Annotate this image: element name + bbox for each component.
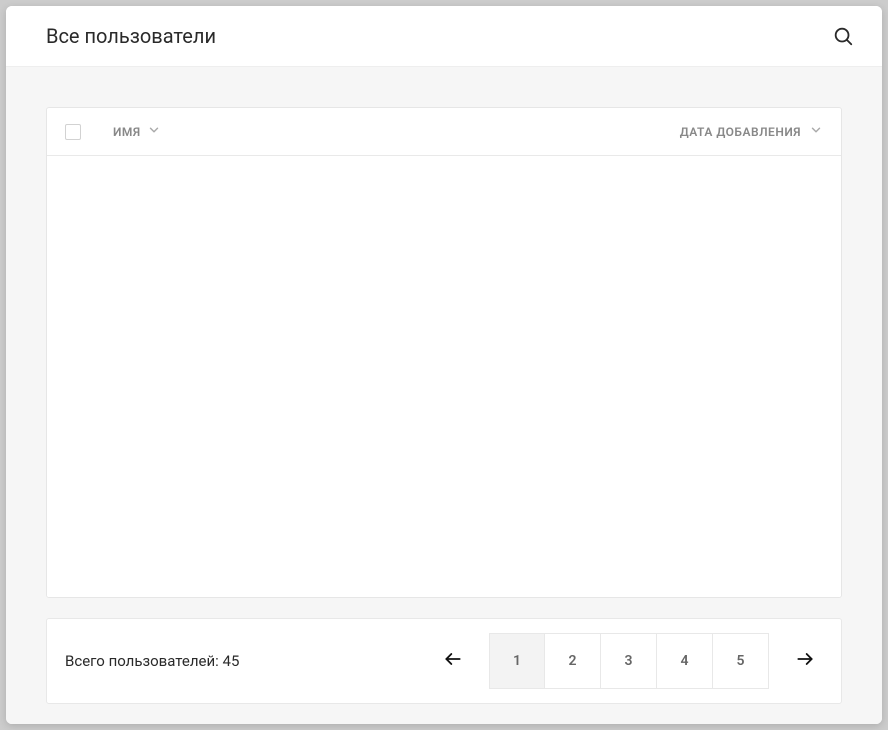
page-title: Все пользователи xyxy=(46,24,216,48)
total-label: Всего пользователей: xyxy=(65,652,219,670)
arrow-right-icon xyxy=(795,649,815,673)
page-button-4[interactable]: 4 xyxy=(657,633,713,689)
chevron-down-icon xyxy=(147,122,161,141)
select-all-checkbox[interactable] xyxy=(65,124,81,140)
column-date-header[interactable]: ДАТА ДОБАВЛЕНИЯ xyxy=(680,122,823,141)
page-buttons: 1 2 3 4 5 xyxy=(489,633,769,689)
users-table: ИМЯ ДАТА ДОБАВЛЕНИЯ xyxy=(46,107,842,598)
arrow-left-icon xyxy=(443,649,463,673)
chevron-down-icon xyxy=(809,122,823,141)
prev-page-button[interactable] xyxy=(435,643,471,679)
page-button-1[interactable]: 1 xyxy=(489,633,545,689)
column-name-header[interactable]: ИМЯ xyxy=(113,122,161,141)
header: Все пользователи xyxy=(6,6,882,67)
table-header: ИМЯ ДАТА ДОБАВЛЕНИЯ xyxy=(47,108,841,156)
page-button-3[interactable]: 3 xyxy=(601,633,657,689)
content-area: ИМЯ ДАТА ДОБАВЛЕНИЯ xyxy=(6,67,882,724)
total-users-text: Всего пользователей: 45 xyxy=(65,652,239,670)
search-icon[interactable] xyxy=(832,25,854,47)
pagination: 1 2 3 4 5 xyxy=(435,633,823,689)
table-footer: Всего пользователей: 45 1 2 3 4 xyxy=(46,618,842,704)
column-date-label: ДАТА ДОБАВЛЕНИЯ xyxy=(680,125,801,139)
next-page-button[interactable] xyxy=(787,643,823,679)
column-name-label: ИМЯ xyxy=(113,125,141,139)
total-count: 45 xyxy=(223,652,240,670)
page-button-5[interactable]: 5 xyxy=(713,633,769,689)
users-window: Все пользователи ИМЯ xyxy=(6,6,882,724)
page-button-2[interactable]: 2 xyxy=(545,633,601,689)
table-body xyxy=(47,156,841,597)
